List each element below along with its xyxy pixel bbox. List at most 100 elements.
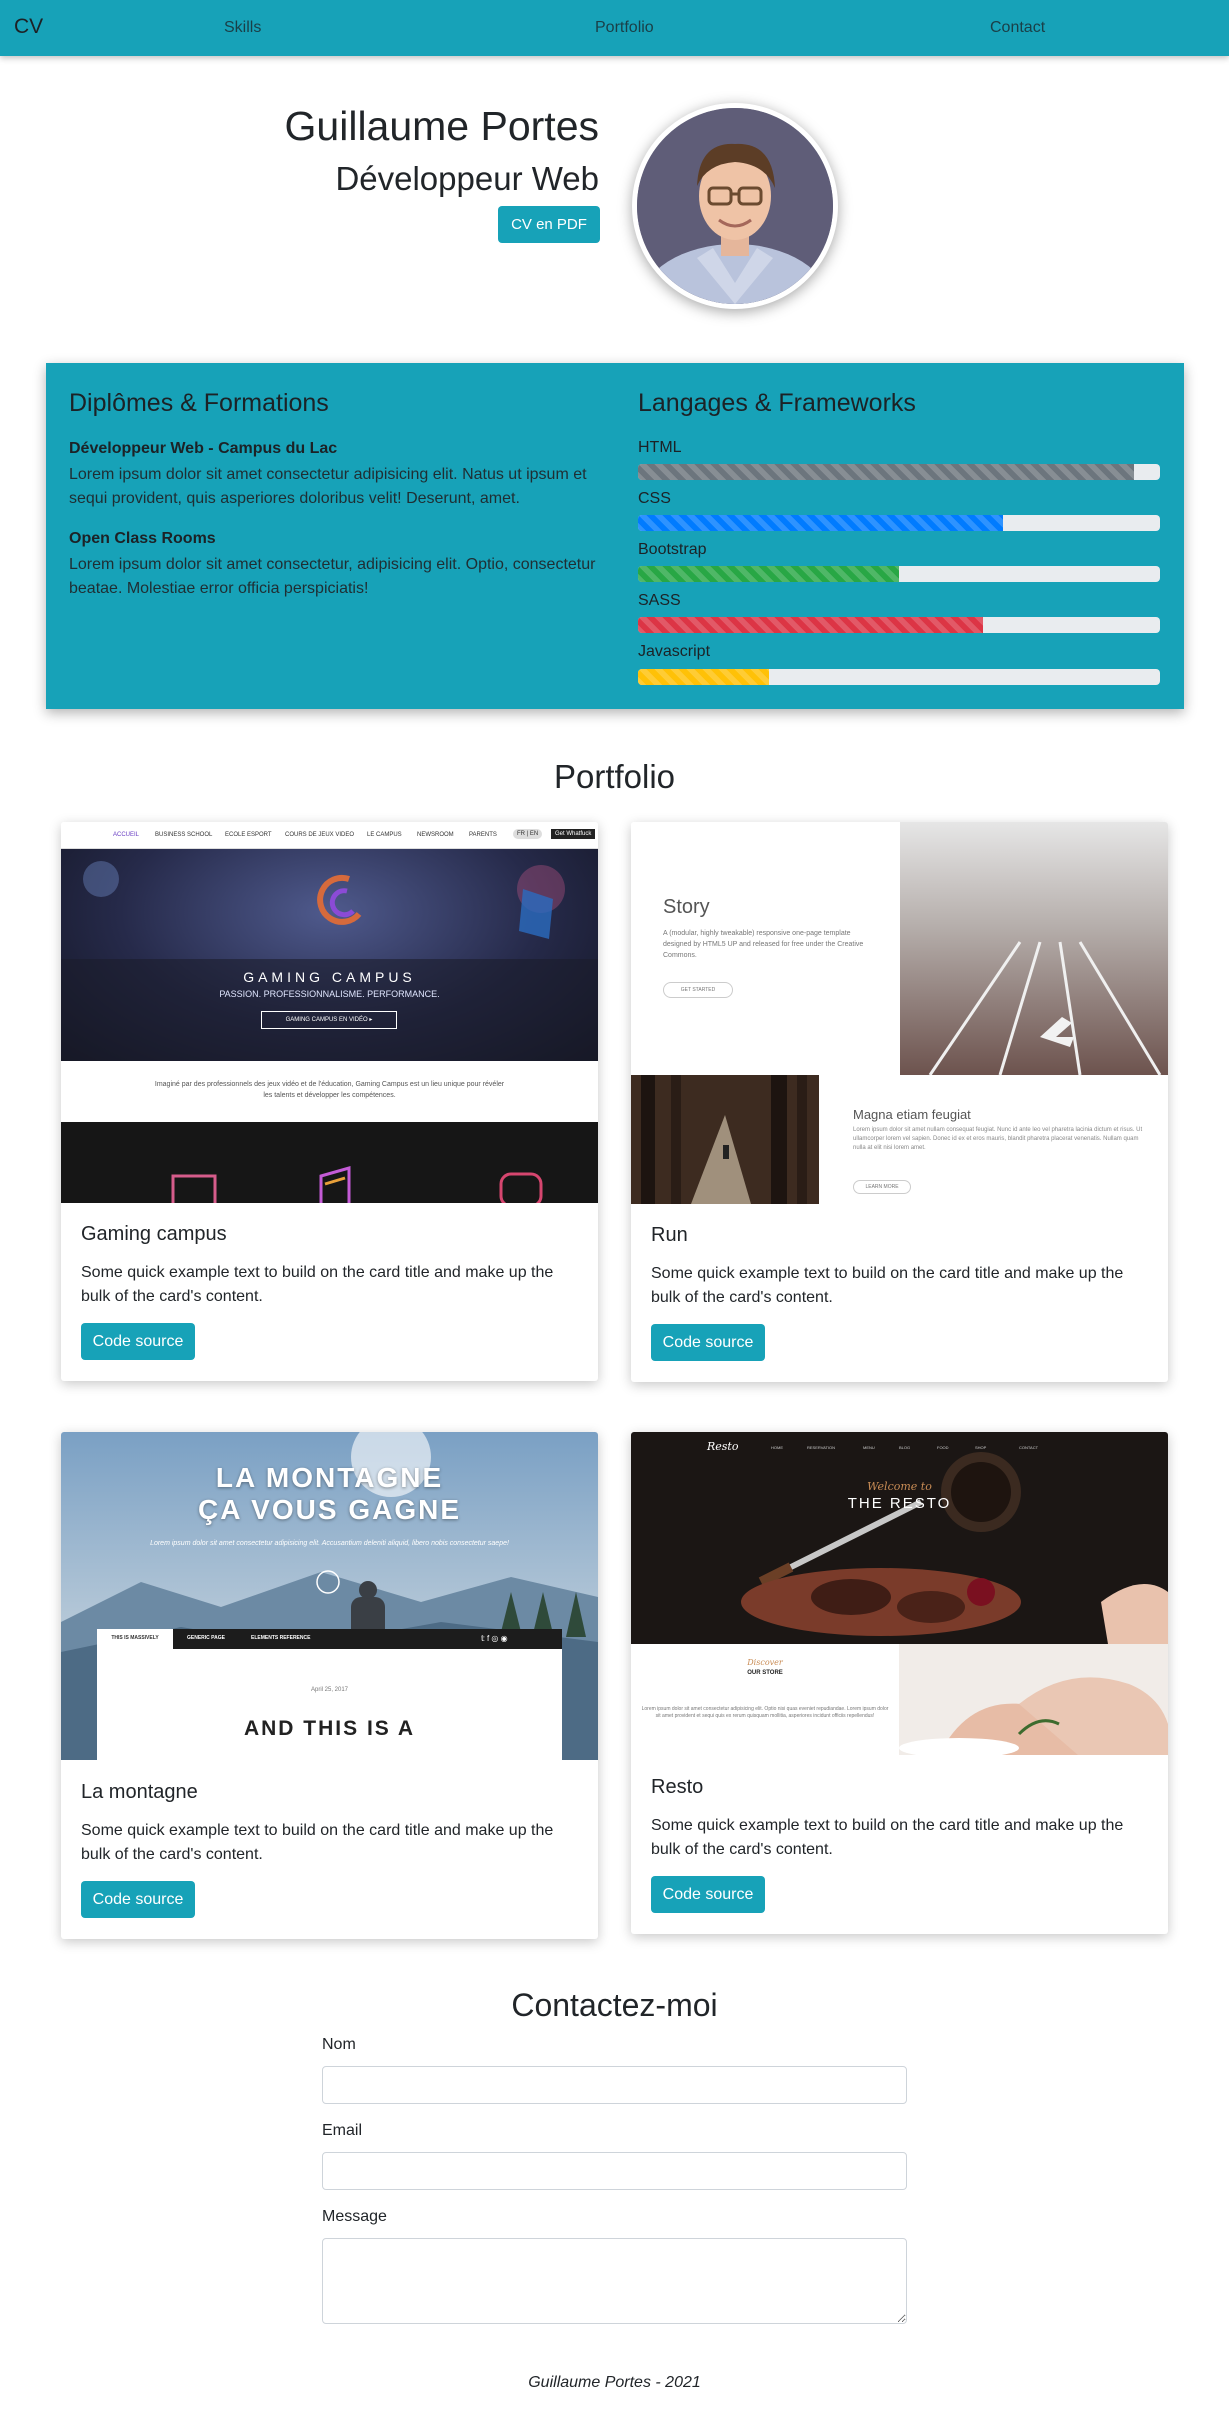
contact-heading: Contactez-moi: [511, 1987, 718, 2023]
thumb-nav-item: BUSINESS SCHOOL: [155, 832, 213, 838]
skills-panel: Diplômes & Formations Développeur Web - …: [46, 363, 1184, 709]
thumb-tab: GENERIC PAGE: [187, 1635, 225, 1641]
message-label: Message: [322, 2208, 387, 2225]
track-image: [900, 822, 1168, 1075]
card-text: Some quick example text to build on the …: [651, 1265, 1124, 1306]
card-text: Some quick example text to build on the …: [81, 1264, 554, 1305]
progress-fill-bootstrap: [638, 566, 899, 582]
project-card-resto: Resto HOME RESERVATION MENU BLOG FOOD SH…: [631, 1432, 1168, 1934]
code-source-button[interactable]: Code source: [81, 1881, 195, 1918]
cv-pdf-button[interactable]: CV en PDF: [498, 206, 600, 243]
progress-fill-sass: [638, 617, 983, 633]
thumb-store-text: Lorem ipsum dolor sit amet consectetur a…: [641, 1706, 889, 1719]
project-card-run: Story A (modular, highly tweakable) resp…: [631, 822, 1168, 1382]
project-thumbnail: ACCUEIL BUSINESS SCHOOL ECOLE ESPORT COU…: [61, 822, 598, 1203]
progress-fill-javascript: [638, 669, 769, 685]
thumb-button: GET STARTED: [663, 982, 733, 998]
thumb-nav-item: FOOD: [937, 1445, 949, 1450]
card-title: Gaming campus: [81, 1223, 227, 1245]
nav-link-skills[interactable]: Skills: [224, 19, 261, 37]
thumb-script-text: Welcome to: [867, 1480, 932, 1493]
code-source-button[interactable]: Code source: [81, 1323, 195, 1360]
progress-bar-bootstrap: [638, 566, 1160, 582]
thumb-nav-item: PARENTS: [469, 832, 497, 838]
thumb-article-panel: THIS IS MASSIVELY GENERIC PAGE ELEMENTS …: [97, 1629, 562, 1760]
card-title: Run: [651, 1224, 688, 1246]
education-heading: Diplômes & Formations: [69, 389, 329, 417]
education-item-title: Open Class Rooms: [69, 530, 216, 547]
education-item-text: Lorem ipsum dolor sit amet consectetur a…: [69, 466, 587, 507]
card-text: Some quick example text to build on the …: [651, 1817, 1124, 1858]
thumb-tab: THIS IS MASSIVELY: [97, 1629, 173, 1653]
chef-hands-image: [899, 1644, 1168, 1755]
progress-fill-html: [638, 464, 1134, 480]
project-card-gaming-campus: ACCUEIL BUSINESS SCHOOL ECOLE ESPORT COU…: [61, 822, 598, 1381]
progress-bar-sass: [638, 617, 1160, 633]
thumb-nav-item: ACCUEIL: [113, 832, 140, 838]
thumb-headline-1: LA MONTAGNE: [215, 1462, 444, 1493]
thumb-headline: GAMING CAMPUS: [243, 969, 416, 985]
thumb-social-icons: 𝕥 f ◎ ◉: [481, 1634, 508, 1643]
skill-label-javascript: Javascript: [638, 643, 711, 660]
card-text: Some quick example text to build on the …: [81, 1822, 554, 1863]
thumb-text: A (modular, highly tweakable) responsive…: [663, 930, 864, 959]
thumb-nav-item: NEWSROOM: [417, 832, 454, 838]
progress-bar-javascript: [638, 669, 1160, 685]
thumb-video-button: GAMING CAMPUS EN VIDÉO ▸: [261, 1011, 397, 1029]
thumb-store-title: OUR STORE: [747, 1670, 783, 1676]
thumb-blurb: Imaginé par des professionnels des jeux …: [154, 1081, 505, 1099]
progress-bar-css: [638, 515, 1160, 531]
brand-link[interactable]: CV: [14, 15, 43, 39]
thumb-tagline: PASSION. PROFESSIONNALISME. PERFORMANCE.: [219, 989, 440, 999]
name-label: Nom: [322, 2036, 356, 2053]
thumb-headline-2: ÇA VOUS GAGNE: [198, 1494, 461, 1525]
progress-bar-html: [638, 464, 1160, 480]
skill-label-html: HTML: [638, 439, 682, 456]
thumb-nav-item: LE CAMPUS: [367, 832, 402, 838]
resto-hero-image: [631, 1432, 1168, 1644]
thumb-headline: THE RESTO: [847, 1495, 952, 1512]
thumb-nav-item: SHOP: [975, 1445, 987, 1450]
avatar: [632, 103, 838, 309]
thumb-subtitle: Lorem ipsum dolor sit amet consectetur a…: [150, 1540, 509, 1547]
card-title: La montagne: [81, 1781, 198, 1803]
portrait-image: [637, 108, 833, 304]
stadium-lights-graphic: [61, 861, 598, 1061]
hero-name: Guillaume Portes: [284, 103, 599, 149]
project-thumbnail: Story A (modular, highly tweakable) resp…: [631, 822, 1168, 1204]
project-thumbnail: LA MONTAGNE ÇA VOUS GAGNE Lorem ipsum do…: [61, 1432, 598, 1760]
thumb-feature-icons: [171, 1166, 543, 1203]
thumb-text-2: Lorem ipsum dolor sit amet nullam conseq…: [853, 1127, 1143, 1151]
code-source-button[interactable]: Code source: [651, 1876, 765, 1913]
thumb-nav-item: COURS DE JEUX VIDEO: [285, 832, 355, 838]
thumb-cta: Get Whatfuck: [551, 829, 596, 839]
footer-text: Guillaume Portes - 2021: [528, 2374, 701, 2391]
nav-link-portfolio[interactable]: Portfolio: [595, 19, 654, 37]
thumb-lang-switch: FR | EN: [513, 829, 543, 839]
thumb-title-2: Magna etiam feugiat: [853, 1107, 971, 1122]
thumb-nav-item: HOME: [771, 1445, 783, 1450]
project-card-la-montagne: LA MONTAGNE ÇA VOUS GAGNE Lorem ipsum do…: [61, 1432, 598, 1939]
thumb-title: Story: [663, 896, 710, 918]
email-input[interactable]: [322, 2152, 907, 2190]
email-label: Email: [322, 2122, 363, 2139]
hero-role: Développeur Web: [335, 160, 599, 197]
thumb-discover: Discover: [747, 1658, 783, 1667]
skills-heading: Langages & Frameworks: [638, 389, 916, 417]
project-thumbnail: Resto HOME RESERVATION MENU BLOG FOOD SH…: [631, 1432, 1168, 1755]
thumb-navbar: ACCUEIL BUSINESS SCHOOL ECOLE ESPORT COU…: [61, 822, 598, 849]
skill-label-sass: SASS: [638, 592, 681, 609]
education-item-text: Lorem ipsum dolor sit amet consectetur, …: [69, 556, 596, 597]
thumb-nav-item: BLOG: [899, 1445, 911, 1450]
code-source-button[interactable]: Code source: [651, 1324, 765, 1361]
skill-label-css: CSS: [638, 490, 671, 507]
progress-fill-css: [638, 515, 1004, 531]
name-input[interactable]: [322, 2066, 907, 2104]
education-item-title: Développeur Web - Campus du Lac: [69, 440, 338, 457]
forest-image: [631, 1075, 819, 1204]
nav-link-contact[interactable]: Contact: [990, 19, 1045, 37]
navbar: CV Skills Portfolio Contact: [0, 0, 1229, 56]
thumb-nav-item: CONTACT: [1019, 1445, 1039, 1450]
thumb-button-2: LEARN MORE: [853, 1180, 911, 1194]
message-textarea[interactable]: [322, 2238, 907, 2324]
